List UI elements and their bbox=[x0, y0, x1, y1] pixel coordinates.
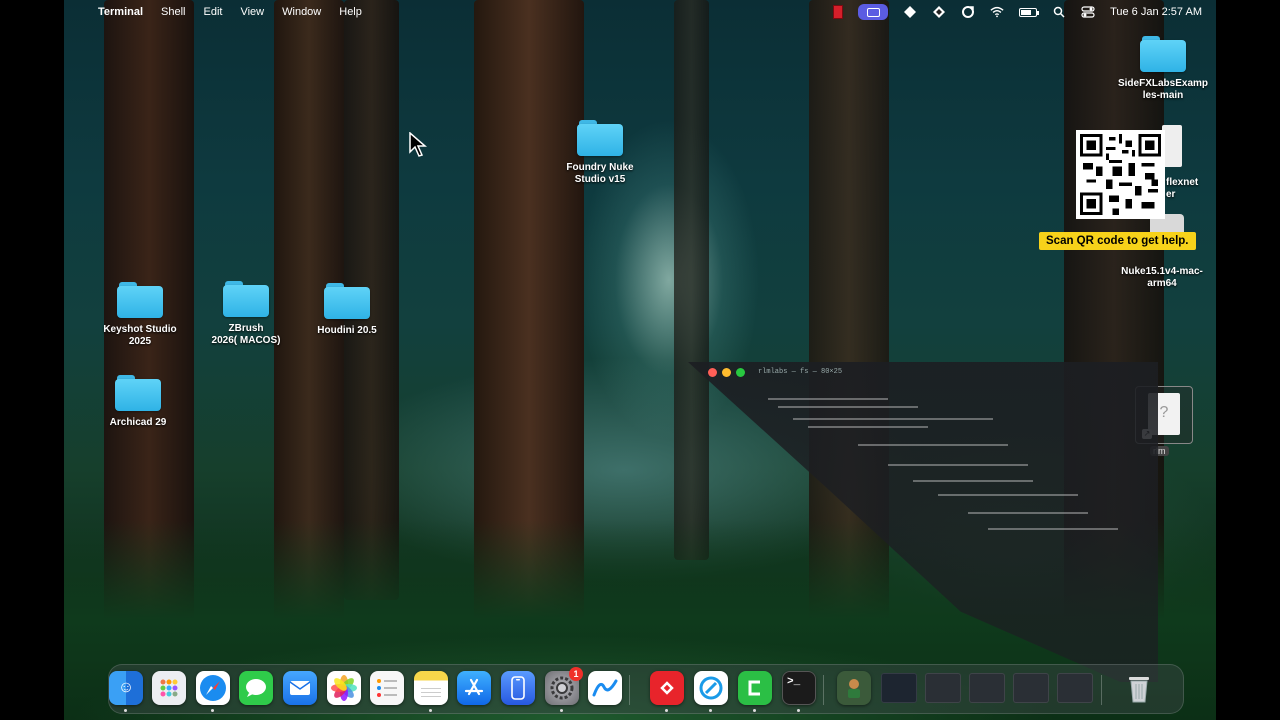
notes-icon[interactable] bbox=[414, 671, 448, 705]
terminal-title: rlmlabs — fs — 80×25 bbox=[758, 368, 843, 376]
minimized-window-thumbnail[interactable] bbox=[881, 673, 917, 703]
folder-icon bbox=[1140, 36, 1186, 72]
camtasia-icon[interactable] bbox=[738, 671, 772, 705]
app-menu-terminal[interactable]: Terminal bbox=[98, 6, 143, 18]
minimized-window-thumbnail[interactable] bbox=[1057, 673, 1093, 703]
anydesk-icon[interactable] bbox=[650, 671, 684, 705]
close-window-icon[interactable] bbox=[708, 368, 717, 377]
sync-icon[interactable] bbox=[961, 5, 975, 19]
menu-edit[interactable]: Edit bbox=[204, 6, 223, 18]
appstore-icon[interactable] bbox=[457, 671, 491, 705]
control-center-icon[interactable] bbox=[1081, 5, 1095, 19]
wallpaper-tree bbox=[674, 0, 709, 560]
anydesk-status-icon[interactable] bbox=[932, 5, 946, 19]
desktop-folder-zbrush[interactable]: ZBrush 2026( MACOS) bbox=[198, 281, 294, 347]
terminal-text-line bbox=[858, 444, 1008, 446]
reminders-icon[interactable] bbox=[370, 671, 404, 705]
desktop-folder-keyshot[interactable]: Keyshot Studio 2025 bbox=[92, 282, 188, 348]
mouse-cursor-icon bbox=[409, 132, 427, 157]
desktop-folder-nuke-studio[interactable]: Foundry Nuke Studio v15 bbox=[552, 120, 648, 186]
wifi-icon[interactable] bbox=[990, 5, 1004, 19]
folder-label: SideFXLabsExamp les-main bbox=[1117, 78, 1209, 101]
photos-icon[interactable] bbox=[327, 671, 361, 705]
desktop-folder-houdini[interactable]: Houdini 20.5 bbox=[299, 283, 395, 337]
partial-item-label: flexnet er bbox=[1166, 177, 1199, 200]
finder-icon[interactable]: ☺ bbox=[109, 671, 143, 705]
menu-bar: Terminal Shell Edit View Window Help Tue… bbox=[64, 0, 1216, 24]
desktop: Terminal Shell Edit View Window Help Tue… bbox=[64, 0, 1216, 720]
minimized-window-thumbnail[interactable] bbox=[925, 673, 961, 703]
diamond-app-icon[interactable] bbox=[903, 5, 917, 19]
battery-icon[interactable] bbox=[1019, 7, 1040, 17]
menu-shell[interactable]: Shell bbox=[161, 6, 185, 18]
minimized-window-thumbnail[interactable] bbox=[969, 673, 1005, 703]
terminal-text-line bbox=[938, 494, 1078, 496]
terminal-text-line bbox=[808, 426, 928, 428]
minimized-window-icon[interactable] bbox=[837, 671, 871, 705]
menu-help[interactable]: Help bbox=[339, 6, 362, 18]
document-icon[interactable] bbox=[1162, 125, 1182, 167]
minimized-window-thumbnail[interactable] bbox=[1013, 673, 1049, 703]
mail-icon[interactable] bbox=[283, 671, 317, 705]
desktop-folder-sidefxlabs[interactable]: SideFXLabsExamp les-main bbox=[1115, 36, 1211, 102]
trash-icon[interactable] bbox=[1122, 671, 1156, 705]
safari-icon[interactable] bbox=[196, 671, 230, 705]
nuke-installer-label: Nuke15.1v4-mac- arm64 bbox=[1121, 266, 1203, 289]
folder-label: Archicad 29 bbox=[109, 417, 167, 428]
qr-code bbox=[1076, 130, 1165, 219]
folder-icon bbox=[117, 282, 163, 318]
folder-icon bbox=[223, 281, 269, 317]
zoom-window-icon[interactable] bbox=[736, 368, 745, 377]
minimize-window-icon[interactable] bbox=[722, 368, 731, 377]
menu-view[interactable]: View bbox=[240, 6, 264, 18]
folder-icon bbox=[577, 120, 623, 156]
settings-icon[interactable]: 1 bbox=[545, 667, 583, 705]
folder-label: Foundry Nuke Studio v15 bbox=[566, 162, 634, 185]
navigator-icon[interactable] bbox=[694, 671, 728, 705]
notification-badge: 1 bbox=[569, 667, 583, 681]
terminal-text-line bbox=[888, 464, 1028, 466]
terminal-text-line bbox=[968, 512, 1088, 514]
terminal-text-line bbox=[913, 480, 1033, 482]
freeform-icon[interactable] bbox=[588, 671, 622, 705]
messages-icon[interactable] bbox=[239, 671, 273, 705]
dock: ☺ 1 >_ bbox=[108, 664, 1184, 714]
menu-window[interactable]: Window bbox=[282, 6, 321, 18]
folder-label: Houdini 20.5 bbox=[317, 325, 377, 336]
qr-help-caption: Scan QR code to get help. bbox=[1039, 232, 1196, 250]
folder-icon bbox=[324, 283, 370, 319]
window-controls bbox=[708, 368, 745, 377]
search-icon[interactable] bbox=[1052, 5, 1066, 19]
iphone-mirroring-icon[interactable] bbox=[501, 671, 535, 705]
terminal-text-line bbox=[988, 528, 1118, 530]
screen-share-icon[interactable] bbox=[858, 4, 889, 20]
folder-label: Keyshot Studio 2025 bbox=[103, 324, 177, 347]
recording-indicator-icon[interactable] bbox=[833, 5, 844, 19]
folder-label: ZBrush 2026( MACOS) bbox=[211, 323, 281, 346]
terminal-text-line bbox=[793, 418, 993, 420]
launchpad-icon[interactable] bbox=[152, 671, 186, 705]
desktop-folder-archicad[interactable]: Archicad 29 bbox=[90, 375, 186, 429]
folder-icon bbox=[115, 375, 161, 411]
terminal-text-line bbox=[778, 406, 918, 408]
terminal-icon[interactable]: >_ bbox=[782, 671, 816, 705]
terminal-text-line bbox=[768, 398, 888, 400]
menubar-clock[interactable]: Tue 6 Jan 2:57 AM bbox=[1110, 6, 1202, 18]
